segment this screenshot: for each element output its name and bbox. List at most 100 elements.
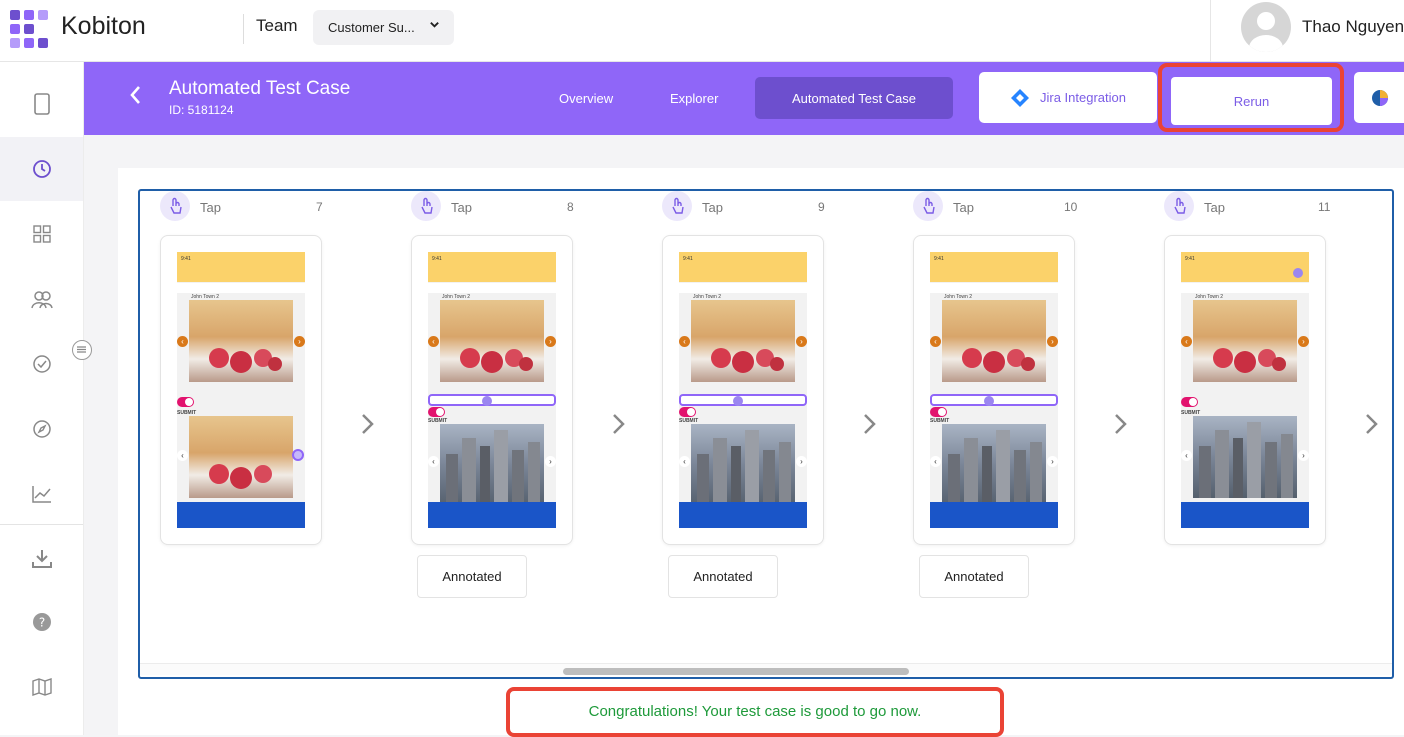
- page-title: Automated Test Case: [169, 78, 351, 99]
- tap-gesture-icon: [411, 191, 441, 221]
- step-screenshot[interactable]: 9:41 John Town 2 ‹ › SUBMIT ‹ ›: [1164, 235, 1326, 545]
- carousel-next-icon: ›: [545, 456, 556, 467]
- step-action: Tap: [200, 200, 221, 215]
- sidebar-item-map[interactable]: [0, 655, 83, 719]
- step-action: Tap: [953, 200, 974, 215]
- sidebar-item-help[interactable]: ?: [0, 590, 83, 654]
- test-steps-carousel[interactable]: Tap 7 9:41 John Town 2 ‹ › SUBMIT ‹ Tap …: [138, 189, 1394, 679]
- carousel-prev-icon: ‹: [679, 336, 690, 347]
- success-message-highlight: Congratulations! Your test case is good …: [506, 687, 1004, 737]
- tab-automated-test-case[interactable]: Automated Test Case: [755, 77, 953, 119]
- scrollbar-thumb[interactable]: [563, 668, 909, 675]
- screen-input: [679, 283, 807, 293]
- collapse-sidebar-button[interactable]: [72, 340, 92, 360]
- screen-status-bar: 9:41: [930, 252, 1058, 282]
- team-select[interactable]: Customer Su...: [313, 10, 454, 45]
- sidebar-item-sessions[interactable]: [0, 137, 83, 201]
- avatar[interactable]: [1241, 2, 1291, 52]
- device-screen: 9:41 John Town 2 ‹ › SUBMIT ‹ ›: [1181, 252, 1309, 528]
- tap-gesture-icon: [662, 191, 692, 221]
- screen-toggle: [1181, 397, 1198, 407]
- back-button[interactable]: [128, 84, 142, 112]
- chevron-right-icon: [1364, 411, 1380, 443]
- carousel-prev-icon: ‹: [679, 456, 690, 467]
- horizontal-scrollbar[interactable]: [140, 663, 1392, 675]
- device-screen: 9:41 John Town 2 ‹ › SUBMIT ‹ ›: [930, 252, 1058, 528]
- annotated-button[interactable]: Annotated: [417, 555, 527, 598]
- success-message: Congratulations! Your test case is good …: [588, 703, 922, 720]
- tap-gesture-icon: [160, 191, 190, 221]
- screen-status-bar: 9:41: [428, 252, 556, 282]
- integration-button[interactable]: [1354, 72, 1404, 123]
- step-screenshot[interactable]: 9:41 John Town 2 ‹ › SUBMIT ‹ ›: [662, 235, 824, 545]
- carousel-next-icon: ›: [1047, 456, 1058, 467]
- sidebar-item-reports[interactable]: [0, 462, 83, 526]
- annotated-button[interactable]: Annotated: [668, 555, 778, 598]
- tap-marker: [984, 396, 994, 406]
- sidebar-item-tests[interactable]: [0, 332, 83, 396]
- test-step[interactable]: Tap 10 9:41 John Town 2 ‹ › SUBMIT ‹ › A…: [893, 191, 1077, 611]
- step-header: Tap 7: [140, 191, 323, 225]
- jira-integration-button[interactable]: Jira Integration: [979, 72, 1157, 123]
- carousel-prev-icon: ‹: [428, 456, 439, 467]
- tab-overview[interactable]: Overview: [559, 91, 613, 106]
- screen-tab-bar: [679, 502, 807, 528]
- selected-input-field: [930, 394, 1058, 406]
- sidebar-item-devices[interactable]: [0, 72, 83, 136]
- chevron-down-icon: [429, 19, 440, 33]
- carousel-next-icon: ›: [1298, 450, 1309, 461]
- carousel-next-icon: ›: [294, 336, 305, 347]
- test-step[interactable]: Tap 9 9:41 John Town 2 ‹ › SUBMIT ‹ › An…: [642, 191, 825, 611]
- step-number: 10: [1064, 200, 1078, 214]
- tab-explorer[interactable]: Explorer: [670, 91, 718, 106]
- step-screenshot[interactable]: 9:41 John Town 2 ‹ › SUBMIT ‹ ›: [411, 235, 573, 545]
- step-action: Tap: [702, 200, 723, 215]
- strawberry-image: [189, 300, 293, 382]
- rerun-highlight: Rerun: [1158, 63, 1344, 132]
- compass-icon: [32, 420, 51, 438]
- strawberry-image: [1193, 300, 1297, 382]
- test-step[interactable]: Tap 7 9:41 John Town 2 ‹ › SUBMIT ‹: [140, 191, 323, 611]
- jira-integration-label: Jira Integration: [1040, 90, 1126, 105]
- device-screen: 9:41 John Town 2 ‹ › SUBMIT ‹ ›: [679, 252, 807, 528]
- tap-marker: [482, 396, 492, 406]
- jira-icon: [1011, 88, 1029, 107]
- tap-gesture-icon: [1164, 191, 1194, 221]
- screen-input: [1181, 283, 1309, 293]
- rerun-button[interactable]: Rerun: [1171, 77, 1332, 125]
- carousel-next-icon: ›: [796, 336, 807, 347]
- screen-toggle: [428, 407, 445, 417]
- step-screenshot[interactable]: 9:41 John Town 2 ‹ › SUBMIT ‹: [160, 235, 322, 545]
- carousel-prev-icon: ‹: [1181, 336, 1192, 347]
- clock-icon: [32, 160, 51, 178]
- team-select-value: Customer Su...: [328, 20, 415, 35]
- step-number: 7: [316, 200, 323, 214]
- annotated-button[interactable]: Annotated: [919, 555, 1029, 598]
- step-screenshot[interactable]: 9:41 John Town 2 ‹ › SUBMIT ‹ ›: [913, 235, 1075, 545]
- sidebar-item-apps[interactable]: [0, 202, 83, 266]
- chevron-right-icon: [360, 411, 376, 443]
- step-header: Tap 10: [893, 191, 1077, 225]
- screen-input: [177, 283, 305, 293]
- carousel-prev-icon: ‹: [428, 336, 439, 347]
- sidebar-item-explore[interactable]: [0, 397, 83, 461]
- step-number: 9: [818, 200, 825, 214]
- screen-status-bar: 9:41: [1181, 252, 1309, 282]
- sidebar: ?: [0, 62, 84, 735]
- top-bar: Kobiton Team Customer Su... Thao Nguyen: [0, 0, 1404, 62]
- screen-tab-bar: [177, 502, 305, 528]
- sidebar-item-team[interactable]: [0, 267, 83, 331]
- chevron-right-icon: [611, 411, 627, 443]
- user-name[interactable]: Thao Nguyen: [1302, 17, 1404, 37]
- city-image: [440, 424, 544, 506]
- test-step[interactable]: Tap 8 9:41 John Town 2 ‹ › SUBMIT ‹ › An…: [391, 191, 574, 611]
- test-step[interactable]: Tap 11 9:41 John Town 2 ‹ › SUBMIT ‹ ›: [1144, 191, 1330, 611]
- carousel-next-icon: ›: [1047, 336, 1058, 347]
- sidebar-item-downloads[interactable]: [0, 527, 83, 591]
- svg-text:?: ?: [38, 616, 44, 630]
- page-header: Automated Test Case ID: 5181124 Overview…: [84, 62, 1404, 135]
- step-header: Tap 8: [391, 191, 574, 225]
- device-screen: 9:41 John Town 2 ‹ › SUBMIT ‹: [177, 252, 305, 528]
- map-icon: [31, 678, 52, 696]
- screen-tab-bar: [930, 502, 1058, 528]
